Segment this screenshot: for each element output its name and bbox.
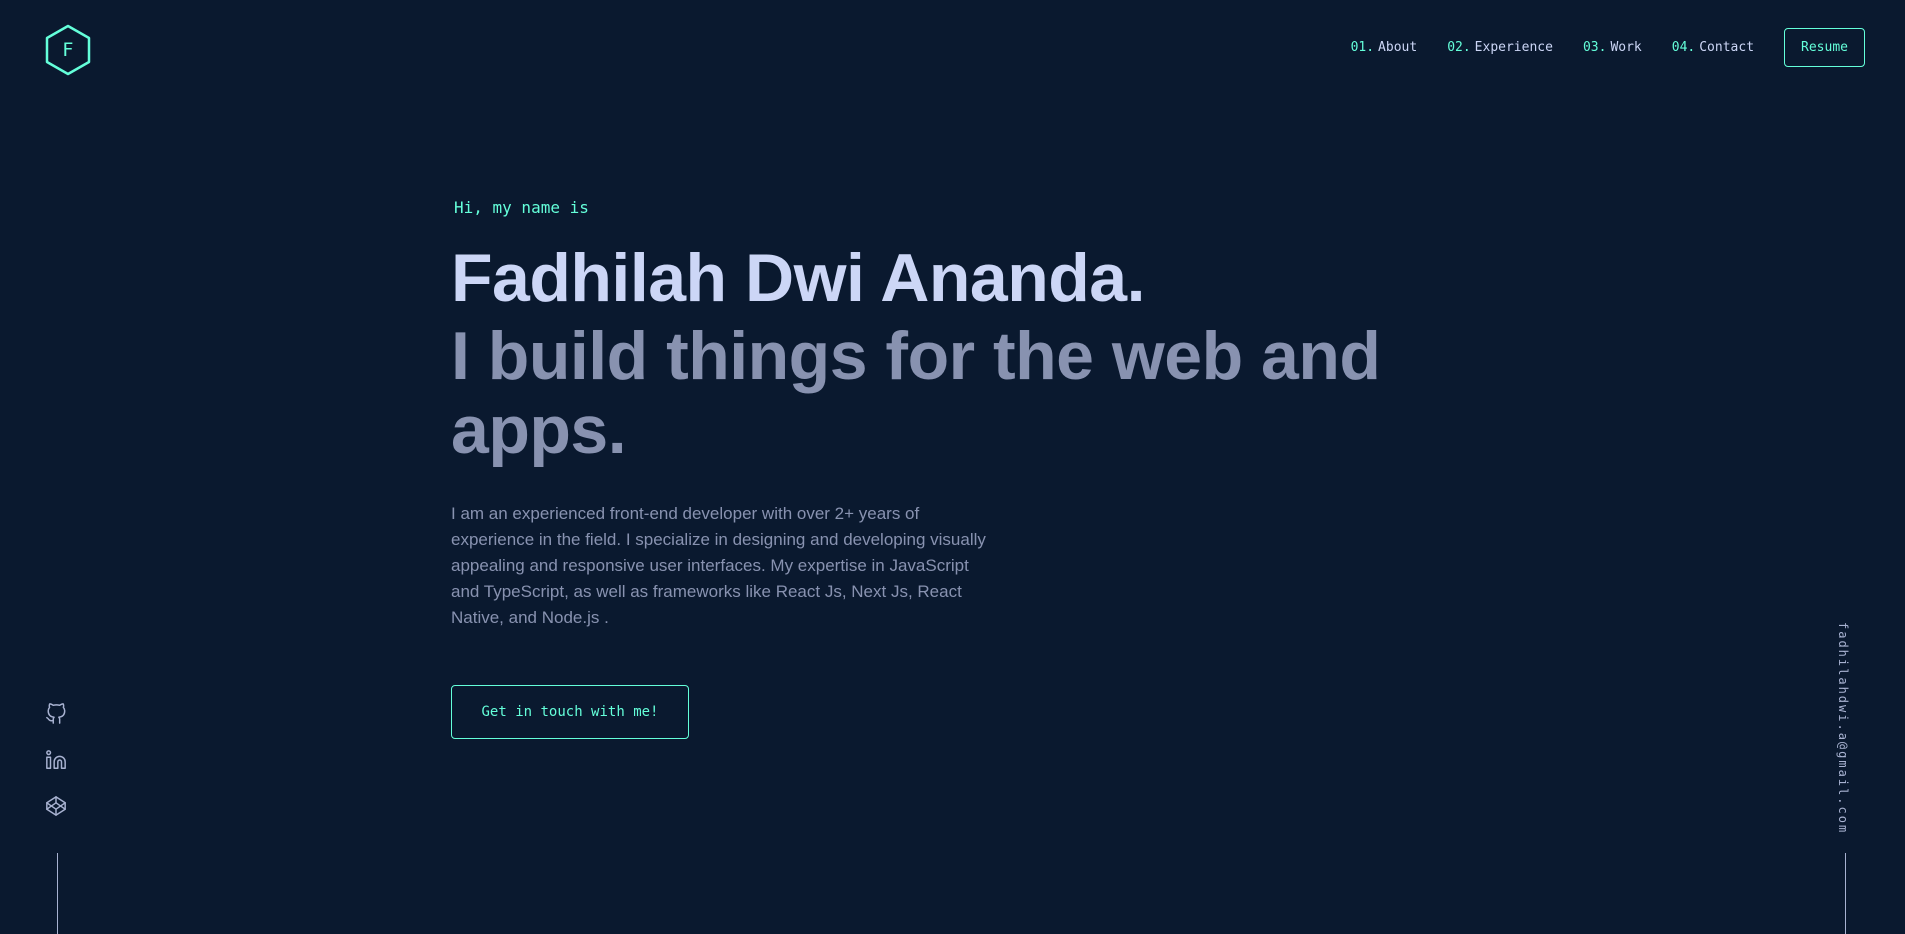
nav-number: 04. xyxy=(1671,40,1696,55)
nav-item-about[interactable]: 01. About xyxy=(1351,40,1418,55)
nav-number: 01. xyxy=(1350,40,1375,55)
nav-item-experience[interactable]: 02. Experience xyxy=(1447,40,1553,55)
hero-name: Fadhilah Dwi Ananda. xyxy=(451,240,1145,316)
logo-hexagon-icon[interactable]: F xyxy=(44,24,92,76)
hero-greeting: Hi, my name is xyxy=(454,198,589,217)
nav-label: Experience xyxy=(1474,40,1553,55)
main-nav: 01. About 02. Experience 03. Work 04. Contac… xyxy=(1351,28,1865,67)
nav-item-work[interactable]: 03. Work xyxy=(1583,40,1642,55)
hero-tagline: I build things for the web and apps. xyxy=(451,318,1381,468)
logo-letter: F xyxy=(62,39,74,61)
hero-bio: I am an experienced front-end developer … xyxy=(451,504,986,627)
resume-button[interactable]: Resume xyxy=(1784,28,1865,67)
get-in-touch-button[interactable]: Get in touch with me! xyxy=(451,685,689,739)
nav-label: Contact xyxy=(1699,40,1755,55)
nav-item-contact[interactable]: 04. Contact xyxy=(1672,40,1754,55)
site-header: F 01. About 02. Experience 03. Work 04. Cont… xyxy=(0,0,1905,100)
email-link[interactable]: fadhilahdwi.a@gmail.com xyxy=(1836,622,1850,834)
left-divider-line xyxy=(57,853,58,934)
linkedin-icon[interactable] xyxy=(45,749,67,771)
nav-label: Work xyxy=(1610,40,1642,55)
email-sidebar: fadhilahdwi.a@gmail.com xyxy=(1836,622,1856,834)
codepen-icon[interactable] xyxy=(45,795,67,817)
social-links xyxy=(45,703,69,841)
nav-number: 02. xyxy=(1447,40,1471,55)
right-divider-line xyxy=(1845,853,1846,934)
hero-section: Hi, my name is Fadhilah Dwi Ananda. I bu… xyxy=(451,190,1451,648)
nav-number: 03. xyxy=(1582,40,1607,55)
github-icon[interactable] xyxy=(45,703,67,725)
nav-label: About xyxy=(1378,40,1418,55)
